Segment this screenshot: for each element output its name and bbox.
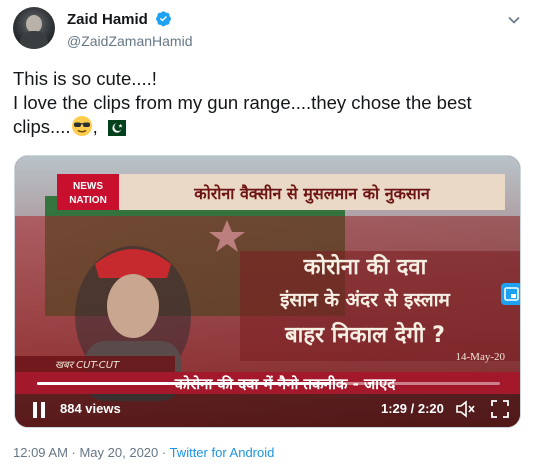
tweet-timestamp[interactable]: 12:09 AM · May 20, 2020 ·: [13, 445, 170, 460]
tweet-separator: ,: [92, 116, 98, 137]
tweet-header: Zaid Hamid @ZaidZamanHamid: [13, 7, 523, 53]
date-stamp: 14-May-20: [456, 351, 506, 363]
progress-fill: [37, 382, 332, 385]
pause-icon[interactable]: [33, 402, 45, 418]
fullscreen-icon[interactable]: [491, 400, 509, 418]
picture-in-picture-icon: [504, 287, 519, 301]
channel-logo-bottom: NATION: [69, 195, 107, 206]
picture-in-picture-button[interactable]: [501, 283, 520, 305]
chevron-down-icon[interactable]: [507, 13, 521, 27]
tweet-line-1: This is so cute....!: [13, 68, 157, 89]
banner-text: कोरोना वैक्सीन से मुसलमान को नुकसान: [193, 184, 431, 204]
sunglasses-face-emoji-icon: [71, 116, 92, 136]
video-player[interactable]: NEWS NATION कोरोना वैक्सीन से मुसलमान को…: [14, 155, 521, 428]
view-count: 884 views: [60, 401, 121, 416]
tweet-meta: 12:09 AM · May 20, 2020 · Twitter for An…: [13, 445, 274, 460]
author-display-name[interactable]: Zaid Hamid: [67, 11, 148, 28]
channel-logo-top: NEWS: [73, 181, 103, 192]
progress-bar[interactable]: [37, 382, 500, 385]
tweet-source-link[interactable]: Twitter for Android: [170, 445, 275, 460]
volume-muted-icon[interactable]: [455, 400, 475, 418]
tweet-card: Zaid Hamid @ZaidZamanHamid This is so cu…: [0, 0, 533, 468]
tweet-line-2: I love the clips from my gun range....th…: [13, 92, 472, 113]
tweet-text: This is so cute....! I love the clips fr…: [13, 67, 521, 139]
timecode: 1:29 / 2:20: [381, 401, 444, 416]
headline-line-1: कोरोना की दवा: [303, 253, 428, 280]
pakistan-flag-emoji-icon: [101, 120, 126, 136]
avatar-body: [20, 31, 48, 49]
tweet-line-3: clips....: [13, 116, 71, 137]
author-handle[interactable]: @ZaidZamanHamid: [67, 33, 192, 49]
author-names: Zaid Hamid @ZaidZamanHamid: [67, 10, 192, 49]
verified-badge-icon: [156, 11, 172, 27]
avatar[interactable]: [13, 7, 55, 49]
headline-line-3: बाहर निकाल देगी ?: [284, 321, 445, 348]
headline-line-2: इंसान के अंदर से इस्लाम: [279, 288, 450, 311]
segment-tag: खबर CUT-CUT: [55, 360, 120, 371]
video-frame: NEWS NATION कोरोना वैक्सीन से मुसलमान को…: [15, 156, 520, 427]
